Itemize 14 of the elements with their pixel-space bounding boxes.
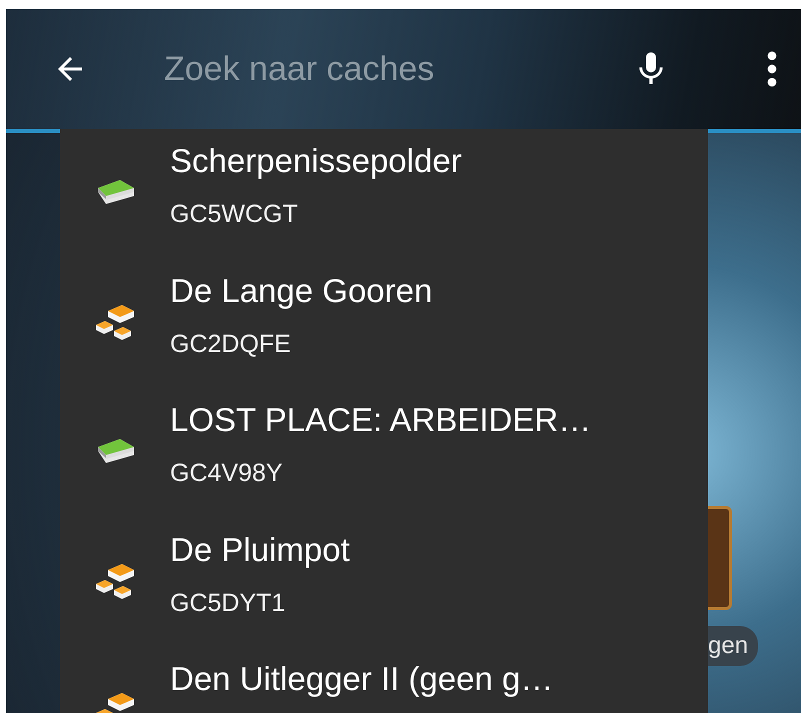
cache-name: LOST PLACE: ARBEIDER…: [170, 402, 592, 438]
cache-name: Scherpenissepolder: [170, 143, 462, 179]
suggestion-item[interactable]: LOST PLACE: ARBEIDER… GC4V98Y: [60, 388, 708, 518]
cache-name: De Pluimpot: [170, 532, 350, 568]
search-field[interactable]: Zoek naar caches: [164, 50, 631, 88]
suggestion-item[interactable]: Scherpenissepolder GC5WCGT: [60, 129, 708, 258]
cache-code: GC2DQFE: [170, 328, 292, 358]
more-options-icon[interactable]: [767, 51, 777, 87]
cache-code: GC4V98Y: [170, 458, 284, 488]
cache-name: Den Uitlegger II (geen g…: [170, 661, 554, 697]
cache-code: GC5DYT1: [170, 588, 286, 618]
cache-name: De Lange Gooren: [170, 272, 432, 308]
suggestion-item[interactable]: De Lange Gooren GC2DQFE: [60, 258, 708, 388]
cache-code: GC5WCGT: [170, 199, 299, 229]
